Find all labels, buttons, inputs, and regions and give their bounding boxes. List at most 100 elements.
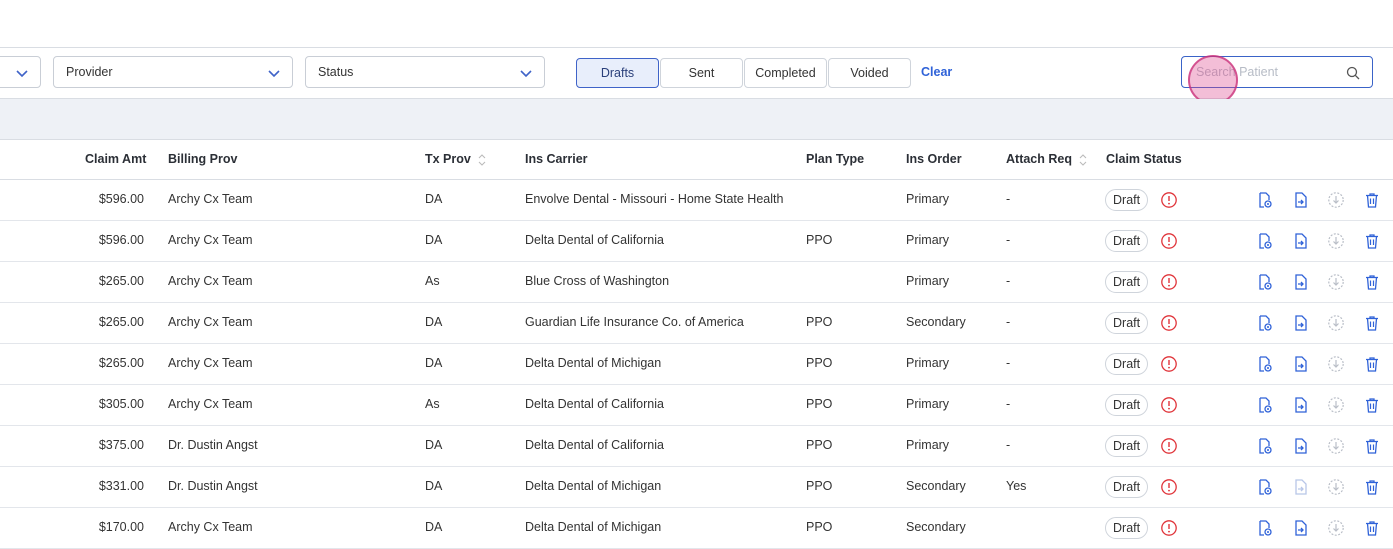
table-row[interactable]: $596.00 Archy Cx Team DA Envolve Dental - M… xyxy=(0,180,1393,221)
sort-icon[interactable] xyxy=(477,153,487,167)
alert-icon xyxy=(1160,191,1178,209)
download-icon[interactable] xyxy=(1327,519,1345,537)
download-icon[interactable] xyxy=(1327,437,1345,455)
view-claim-icon[interactable] xyxy=(1256,437,1274,455)
segment-drafts[interactable]: Drafts xyxy=(576,58,659,88)
col-claim-amt[interactable]: Claim Amt xyxy=(85,152,146,166)
download-icon[interactable] xyxy=(1327,396,1345,414)
cell-plan-type: PPO xyxy=(806,356,833,370)
table-row[interactable]: $375.00 Dr. Dustin Angst DA Delta Dental of… xyxy=(0,426,1393,467)
view-claim-icon[interactable] xyxy=(1256,519,1274,537)
cell-tx-prov: DA xyxy=(425,315,443,329)
table-row[interactable]: $265.00 Archy Cx Team DA Delta Dental of Mi… xyxy=(0,344,1393,385)
cell-ins-carrier: Blue Cross of Washington xyxy=(525,274,670,288)
cell-attach-req: - xyxy=(1006,192,1011,206)
export-claim-icon[interactable] xyxy=(1292,519,1310,537)
export-claim-icon[interactable] xyxy=(1292,396,1310,414)
cell-ins-carrier: Delta Dental of Michigan xyxy=(525,356,662,370)
delete-icon[interactable] xyxy=(1363,396,1381,414)
cell-ins-order: Primary xyxy=(906,233,950,247)
cell-attach-req: - xyxy=(1006,397,1011,411)
col-plan-type[interactable]: Plan Type xyxy=(806,152,864,166)
cell-billing-prov: Archy Cx Team xyxy=(168,356,253,370)
view-claim-icon[interactable] xyxy=(1256,232,1274,250)
alert-icon xyxy=(1160,232,1178,250)
view-claim-icon[interactable] xyxy=(1256,191,1274,209)
location-select[interactable] xyxy=(0,56,41,88)
delete-icon[interactable] xyxy=(1363,314,1381,332)
cell-ins-order: Primary xyxy=(906,356,950,370)
col-tx-prov[interactable]: Tx Prov xyxy=(425,152,487,167)
export-claim-icon[interactable] xyxy=(1292,355,1310,373)
table-row[interactable]: $265.00 Archy Cx Team As Blue Cross of Wash… xyxy=(0,262,1393,303)
export-claim-icon[interactable] xyxy=(1292,191,1310,209)
cell-tx-prov: DA xyxy=(425,438,443,452)
cell-ins-order: Secondary xyxy=(906,479,966,493)
cell-tx-prov: As xyxy=(425,397,440,411)
search-icon[interactable] xyxy=(1346,66,1360,80)
cell-ins-carrier: Guardian Life Insurance Co. of America xyxy=(525,315,744,329)
cell-claim-amt: $331.00 xyxy=(98,479,144,493)
cell-claim-amt: $265.00 xyxy=(98,315,144,329)
col-ins-order[interactable]: Ins Order xyxy=(906,152,962,166)
status-badge: Draft xyxy=(1105,353,1149,375)
view-claim-icon[interactable] xyxy=(1256,396,1274,414)
cell-billing-prov: Archy Cx Team xyxy=(168,397,253,411)
alert-icon xyxy=(1160,314,1178,332)
cell-tx-prov: As xyxy=(425,274,440,288)
download-icon[interactable] xyxy=(1327,191,1345,209)
col-billing-prov[interactable]: Billing Prov xyxy=(168,152,237,166)
col-attach-req-label: Attach Req xyxy=(1006,152,1072,166)
cell-ins-order: Primary xyxy=(906,192,950,206)
cell-attach-req: - xyxy=(1006,356,1011,370)
status-badge: Draft xyxy=(1105,230,1149,252)
segment-sent[interactable]: Sent xyxy=(660,58,743,88)
clear-filters-link[interactable]: Clear xyxy=(921,65,952,79)
provider-select[interactable]: Provider xyxy=(53,56,293,88)
col-claim-status[interactable]: Claim Status xyxy=(1106,152,1182,166)
segment-voided[interactable]: Voided xyxy=(828,58,911,88)
export-claim-icon[interactable] xyxy=(1292,437,1310,455)
delete-icon[interactable] xyxy=(1363,437,1381,455)
alert-icon xyxy=(1160,437,1178,455)
delete-icon[interactable] xyxy=(1363,232,1381,250)
alert-icon xyxy=(1160,355,1178,373)
view-claim-icon[interactable] xyxy=(1256,273,1274,291)
view-claim-icon[interactable] xyxy=(1256,478,1274,496)
cell-billing-prov: Dr. Dustin Angst xyxy=(168,438,258,452)
download-icon[interactable] xyxy=(1327,355,1345,373)
table-row[interactable]: $265.00 Archy Cx Team DA Guardian Life Insu… xyxy=(0,303,1393,344)
cell-ins-order: Primary xyxy=(906,274,950,288)
col-attach-req[interactable]: Attach Req xyxy=(1006,152,1088,167)
delete-icon[interactable] xyxy=(1363,478,1381,496)
segment-completed[interactable]: Completed xyxy=(744,58,827,88)
status-select[interactable]: Status xyxy=(305,56,545,88)
export-claim-icon[interactable] xyxy=(1292,232,1310,250)
delete-icon[interactable] xyxy=(1363,191,1381,209)
cell-plan-type: PPO xyxy=(806,438,833,452)
download-icon[interactable] xyxy=(1327,232,1345,250)
export-claim-icon[interactable] xyxy=(1292,314,1310,332)
status-badge: Draft xyxy=(1105,517,1149,539)
cell-billing-prov: Archy Cx Team xyxy=(168,192,253,206)
provider-select-label: Provider xyxy=(66,65,113,79)
table-row[interactable]: $170.00 Archy Cx Team DA Delta Dental of Mi… xyxy=(0,508,1393,549)
delete-icon[interactable] xyxy=(1363,355,1381,373)
cell-ins-order: Primary xyxy=(906,438,950,452)
table-row[interactable]: $331.00 Dr. Dustin Angst DA Delta Dental of… xyxy=(0,467,1393,508)
export-claim-icon[interactable] xyxy=(1292,478,1310,496)
sort-icon[interactable] xyxy=(1078,153,1088,167)
table-row[interactable]: $596.00 Archy Cx Team DA Delta Dental of Ca… xyxy=(0,221,1393,262)
col-ins-carrier[interactable]: Ins Carrier xyxy=(525,152,588,166)
delete-icon[interactable] xyxy=(1363,519,1381,537)
download-icon[interactable] xyxy=(1327,273,1345,291)
delete-icon[interactable] xyxy=(1363,273,1381,291)
download-icon[interactable] xyxy=(1327,478,1345,496)
view-claim-icon[interactable] xyxy=(1256,355,1274,373)
cell-ins-carrier: Envolve Dental - Missouri - Home State H… xyxy=(525,192,784,206)
table-row[interactable]: $305.00 Archy Cx Team As Delta Dental of Ca… xyxy=(0,385,1393,426)
export-claim-icon[interactable] xyxy=(1292,273,1310,291)
view-claim-icon[interactable] xyxy=(1256,314,1274,332)
cell-claim-amt: $305.00 xyxy=(98,397,144,411)
download-icon[interactable] xyxy=(1327,314,1345,332)
